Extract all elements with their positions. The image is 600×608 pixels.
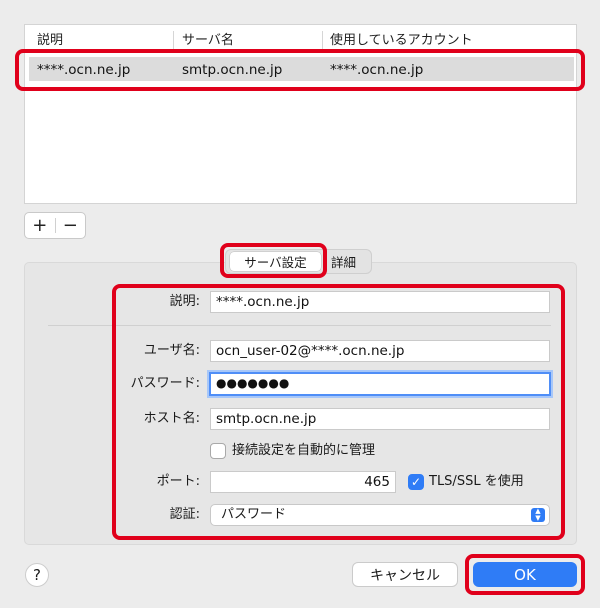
auto-manage-checkbox[interactable] (210, 443, 226, 459)
column-header-server-name[interactable]: サーバ名 (182, 32, 234, 50)
port-field[interactable]: 465 (210, 471, 396, 493)
column-header-account[interactable]: 使用しているアカウント (330, 32, 473, 50)
host-label: ホスト名: (143, 411, 200, 426)
table-cell-account: ****.ocn.ne.jp (330, 62, 424, 78)
ok-button[interactable]: OK (473, 562, 577, 587)
checkmark-icon: ✓ (410, 475, 422, 489)
remove-server-button[interactable]: − (56, 213, 86, 238)
password-label: パスワード: (130, 376, 200, 391)
auth-select[interactable]: パスワード ▲ ▼ (210, 504, 550, 526)
add-server-button[interactable]: + (25, 213, 55, 238)
description-label: 説明: (169, 294, 200, 309)
auth-select-value: パスワード (221, 507, 287, 522)
description-field[interactable]: ****.ocn.ne.jp (210, 291, 550, 313)
cancel-button[interactable]: キャンセル (352, 562, 458, 587)
auth-label: 認証: (169, 507, 200, 522)
tls-checkbox[interactable]: ✓ (408, 474, 424, 490)
up-down-chevron-icon: ▲ ▼ (531, 508, 545, 522)
auto-manage-label: 接続設定を自動的に管理 (232, 443, 376, 458)
username-label: ユーザ名: (143, 343, 200, 358)
form-divider (48, 325, 551, 326)
column-header-description[interactable]: 説明 (37, 32, 63, 50)
host-field[interactable]: smtp.ocn.ne.jp (210, 408, 550, 430)
table-cell-description: ****.ocn.ne.jp (37, 62, 131, 78)
username-field[interactable]: ocn_user-02@****.ocn.ne.jp (210, 340, 550, 362)
tls-label: TLS/SSL を使用 (429, 474, 524, 489)
help-button[interactable]: ? (25, 563, 49, 587)
tab-details[interactable]: 詳細 (331, 252, 356, 271)
column-separator (322, 31, 323, 51)
table-cell-server-name: smtp.ocn.ne.jp (182, 62, 283, 78)
tab-bar: サーバ設定 詳細 (225, 249, 372, 274)
column-separator (173, 31, 174, 51)
port-label: ポート: (156, 474, 200, 489)
add-remove-control: + − (24, 212, 86, 239)
smtp-server-table: 説明 サーバ名 使用しているアカウント ****.ocn.ne.jp smtp.… (24, 24, 577, 204)
password-field[interactable]: ●●●●●●● (209, 372, 551, 396)
tab-server-settings[interactable]: サーバ設定 (230, 252, 321, 271)
